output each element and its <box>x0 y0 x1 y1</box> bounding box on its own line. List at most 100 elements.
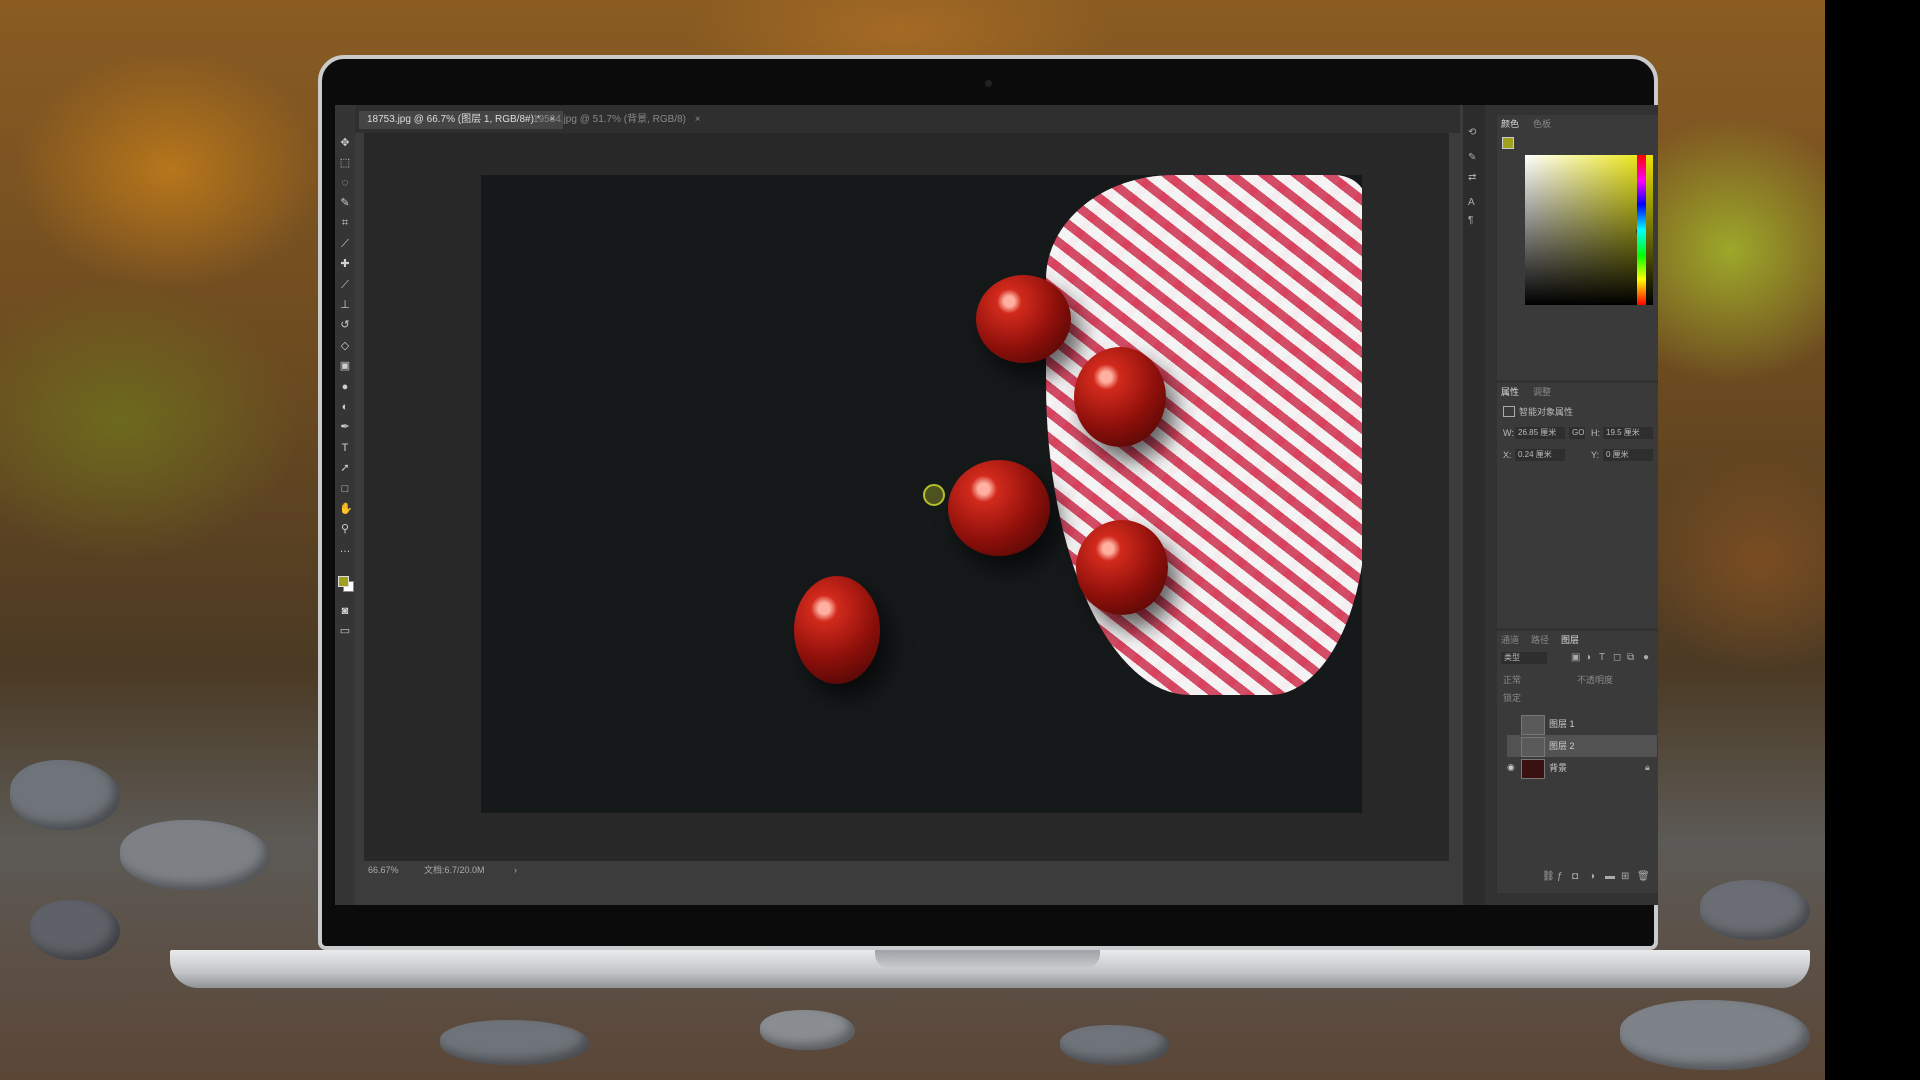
paragraph-icon[interactable]: ¶ <box>1468 215 1473 227</box>
filter-adjust-icon[interactable]: ◑ <box>1585 652 1591 664</box>
eyedropper-icon[interactable]: ⟋ <box>339 238 351 250</box>
webcam <box>985 80 992 87</box>
rock <box>440 1020 590 1065</box>
layer-thumbnail <box>1521 759 1545 779</box>
document-image[interactable] <box>481 175 1362 813</box>
zoom-icon[interactable]: ⚲ <box>339 523 351 535</box>
tab-color[interactable]: 颜色 <box>1501 117 1519 131</box>
history-brush-icon[interactable]: ↺ <box>339 319 351 331</box>
quick-mask-icon[interactable]: ◙ <box>339 605 351 617</box>
close-icon[interactable]: × <box>695 114 701 125</box>
filter-toggle-icon[interactable]: ● <box>1643 652 1649 664</box>
layer-thumbnail <box>1521 715 1545 735</box>
layers-panel: 通道 路径 图层 类型 ▣ ◑ T ◻ ⧉ ● 正常 不透明度 锁定 图层 1 … <box>1497 631 1658 893</box>
x-label: X: <box>1503 450 1512 460</box>
layer-name: 图层 1 <box>1549 719 1575 729</box>
x-field[interactable]: 0.24 厘米 <box>1515 449 1565 461</box>
status-arrow-icon[interactable]: › <box>514 861 517 879</box>
healing-icon[interactable]: ✚ <box>339 258 351 270</box>
filter-shape-icon[interactable]: ◻ <box>1613 652 1621 664</box>
fx-icon[interactable]: ƒ <box>1557 871 1563 883</box>
tab-channels[interactable]: 通道 <box>1501 633 1519 647</box>
brush-icon[interactable]: ⟋ <box>339 279 351 291</box>
status-bar: 66.67% 文档:6.7/20.0M › <box>364 861 1449 879</box>
gradient-icon[interactable]: ▣ <box>339 360 351 372</box>
stamp-icon[interactable]: ⊥ <box>339 299 351 311</box>
layer-row-selected[interactable]: 图层 2 <box>1507 735 1657 757</box>
document-tab-inactive[interactable]: 19564.jpg @ 51.7% (背景, RGB/8) × <box>525 111 709 129</box>
tab-adjustments[interactable]: 调整 <box>1533 385 1551 399</box>
delete-layer-icon[interactable]: 🗑︎ <box>1637 871 1650 883</box>
smart-object-icon <box>1503 406 1515 417</box>
y-label: Y: <box>1591 450 1600 460</box>
new-layer-icon[interactable]: ⊞ <box>1621 871 1629 883</box>
rock <box>1060 1025 1170 1065</box>
history-icon[interactable]: ⟲ <box>1468 127 1476 139</box>
filter-smart-icon[interactable]: ⧉ <box>1627 652 1634 664</box>
apple <box>948 460 1050 556</box>
adjustment-layer-icon[interactable]: ◑ <box>1589 871 1595 883</box>
tab-paths[interactable]: 路径 <box>1531 633 1549 647</box>
right-dock: ⟲ ✎ ⇄ A ¶ 颜色 色板 属性 调整 智能对象属性 W: 26.85 厘米… <box>1463 105 1658 905</box>
color-panel: 颜色 色板 <box>1497 115 1658 380</box>
height-field[interactable]: 19.5 厘米 <box>1603 427 1653 439</box>
path-select-icon[interactable]: ➚ <box>339 462 351 474</box>
link-layers-icon[interactable]: ⛓ <box>1542 871 1555 883</box>
filter-pixel-icon[interactable]: ▣ <box>1571 652 1580 664</box>
tab-label: 19564.jpg @ 51.7% (背景, RGB/8) <box>533 114 686 125</box>
new-group-icon[interactable]: ▬ <box>1605 871 1615 883</box>
tab-properties[interactable]: 属性 <box>1501 385 1519 399</box>
tab-layers[interactable]: 图层 <box>1561 633 1579 647</box>
layer-row[interactable]: 图层 1 <box>1507 713 1657 735</box>
zoom-level[interactable]: 66.67% <box>368 861 399 879</box>
lock-icon: 🔒︎ <box>1645 762 1650 772</box>
brush-settings-icon[interactable]: ✎ <box>1468 152 1476 164</box>
screen-mode-icon[interactable]: ▭ <box>339 625 351 637</box>
opacity-label: 不透明度 <box>1577 675 1614 685</box>
apple <box>1076 520 1168 615</box>
blur-icon[interactable]: ● <box>339 381 351 393</box>
width-label: W: <box>1503 428 1514 438</box>
move-icon[interactable]: ✥ <box>339 137 351 149</box>
lock-label: 锁定 <box>1503 693 1522 703</box>
add-mask-icon[interactable]: ◘ <box>1572 871 1578 883</box>
quick-select-icon[interactable]: ✎ <box>339 197 351 209</box>
filter-type-icon[interactable]: T <box>1599 652 1605 664</box>
rock <box>30 900 120 960</box>
type-icon[interactable]: T <box>339 442 351 454</box>
layer-filter-select[interactable]: 类型 <box>1501 652 1547 664</box>
dodge-icon[interactable]: ◐ <box>339 401 351 413</box>
collapsed-panels-strip: ⟲ ✎ ⇄ A ¶ <box>1463 105 1485 905</box>
layer-name: 背景 <box>1549 763 1568 773</box>
adjust-icon[interactable]: ⇄ <box>1468 172 1476 184</box>
character-icon[interactable]: A <box>1468 197 1475 209</box>
crop-icon[interactable]: ⌗ <box>339 217 351 229</box>
foreground-color-chip[interactable] <box>1502 137 1514 149</box>
more-tools-icon[interactable]: … <box>339 543 351 555</box>
lasso-icon[interactable]: ◌ <box>339 177 351 189</box>
layer-row[interactable]: ◉ 背景 🔒︎ <box>1507 757 1657 779</box>
pen-icon[interactable]: ✒ <box>339 421 351 433</box>
link-dimensions-button[interactable]: GO <box>1569 427 1585 439</box>
height-label: H: <box>1591 428 1600 438</box>
width-field[interactable]: 26.85 厘米 <box>1515 427 1565 439</box>
hand-icon[interactable]: ✋ <box>339 503 353 515</box>
eye-icon[interactable]: ◉ <box>1507 762 1515 773</box>
eraser-icon[interactable]: ◇ <box>339 340 351 352</box>
canvas-area[interactable] <box>364 133 1449 861</box>
layer-name: 图层 2 <box>1549 741 1575 751</box>
marquee-icon[interactable]: ⬚ <box>339 157 351 169</box>
y-field[interactable]: 0 厘米 <box>1603 449 1653 461</box>
shape-icon[interactable]: □ <box>339 483 351 495</box>
rock <box>120 820 270 890</box>
apple <box>794 576 880 684</box>
laptop-notch <box>875 950 1100 968</box>
foreground-color-swatch[interactable] <box>338 576 349 587</box>
hue-slider[interactable] <box>1637 155 1646 305</box>
tab-swatches[interactable]: 色板 <box>1533 117 1551 131</box>
rock <box>10 760 120 830</box>
blend-mode-select[interactable]: 正常 <box>1503 673 1521 686</box>
rock <box>1700 880 1810 940</box>
tools-panel: ✥ ⬚ ◌ ✎ ⌗ ⟋ ✚ ⟋ ⊥ ↺ ◇ ▣ ● ◐ ✒ T ➚ □ ✋ ⚲ … <box>335 105 355 905</box>
color-field[interactable] <box>1525 155 1653 305</box>
